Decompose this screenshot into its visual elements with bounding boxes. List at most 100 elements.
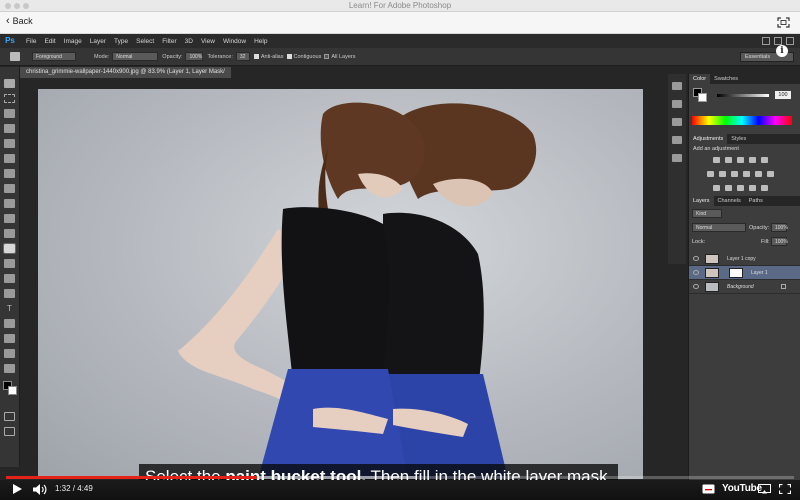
- tab-styles: Styles: [731, 136, 747, 142]
- layers-lock-label: Lock:: [692, 239, 706, 245]
- image-canvas: [38, 89, 643, 479]
- ps-close-icon: [786, 37, 794, 45]
- opacity-label: Opacity:: [162, 53, 183, 60]
- layer-row: Background: [689, 280, 800, 294]
- zoom-tool-icon: [4, 364, 15, 373]
- tab-color: Color: [689, 74, 711, 84]
- layers-blend-mode: Normal: [692, 223, 746, 232]
- quick-mask-icon: [4, 412, 15, 421]
- window-title: Learn! For Adobe Photoshop: [348, 1, 452, 10]
- menu-filter: Filter: [162, 37, 177, 45]
- photo-filter-adj-icon: [743, 171, 750, 177]
- video-player[interactable]: Ps File Edit Image Layer Type Select Fil…: [0, 34, 800, 500]
- blur-tool-icon: [4, 259, 15, 268]
- document-tab: christina_grimmie-wallpaper-1440x900.jpg…: [20, 67, 231, 78]
- ps-tools-panel: T: [0, 67, 20, 467]
- layer-thumbnail: [705, 268, 719, 278]
- chevron-left-icon: ‹: [6, 15, 10, 27]
- ps-menubar: Ps File Edit Image Layer Type Select Fil…: [0, 34, 800, 48]
- layer-thumbnail: [705, 254, 719, 264]
- layer-mask-thumbnail: [729, 268, 743, 278]
- fullscreen-icon[interactable]: [777, 17, 790, 28]
- tab-paths: Paths: [748, 198, 763, 204]
- cast-icon[interactable]: [758, 484, 771, 494]
- brush-panel-icon: [672, 136, 682, 144]
- tab-swatches: Swatches: [714, 76, 739, 82]
- eyedropper-tool-icon: [4, 154, 15, 163]
- fullscreen-player-icon[interactable]: [779, 484, 791, 494]
- ps-options-bar: Foreground Mode: Normal Opacity: 100% To…: [0, 48, 800, 66]
- curves-adj-icon: [737, 157, 744, 163]
- layer-name: Layer 1: [751, 270, 768, 276]
- tab-channels: Channels: [717, 198, 741, 204]
- ps-dock-icon-strip: [668, 74, 686, 264]
- subtitles-icon[interactable]: [702, 484, 715, 494]
- color-lookup-adj-icon: [767, 171, 774, 177]
- time-display: 1:32 / 4:49: [55, 484, 93, 493]
- tab-layers: Layers: [689, 196, 714, 206]
- menu-select: Select: [136, 37, 155, 45]
- lasso-tool-icon: [4, 109, 15, 118]
- hue-adj-icon: [707, 171, 714, 177]
- levels-adj-icon: [725, 157, 732, 163]
- anti-alias-checkbox: [253, 54, 259, 59]
- layer-name: Background: [727, 284, 754, 290]
- layers-kind-filter: Kind: [692, 209, 722, 218]
- photo-artwork: [178, 102, 537, 479]
- screen-mode-icon: [4, 427, 15, 436]
- selective-color-adj-icon: [761, 185, 768, 191]
- layer-row: Layer 1: [689, 266, 800, 280]
- exposure-adj-icon: [749, 157, 756, 163]
- youtube-logo[interactable]: YouTube: [722, 483, 762, 494]
- player-controls: [0, 480, 800, 500]
- anti-alias-label: Anti-alias: [260, 53, 284, 60]
- background-color-swatch: [8, 386, 17, 395]
- mode-select: Normal: [112, 52, 159, 61]
- eye-icon: [693, 284, 699, 289]
- layer-thumbnail: [705, 282, 719, 292]
- progress-played: [6, 476, 257, 479]
- contiguous-label: Contiguous: [293, 53, 322, 60]
- menu-edit: Edit: [44, 37, 56, 45]
- info-icon[interactable]: i: [776, 45, 788, 57]
- color-value-field: 100: [775, 91, 791, 99]
- hand-tool-icon: [4, 349, 15, 358]
- paint-bucket-icon: [10, 52, 20, 61]
- menu-image: Image: [63, 37, 82, 45]
- menu-view: View: [200, 37, 215, 45]
- layer-name: Layer 1 copy: [727, 256, 756, 262]
- volume-icon[interactable]: [33, 484, 47, 495]
- progress-bar[interactable]: [6, 476, 794, 479]
- tab-adjustments: Adjustments: [689, 134, 728, 144]
- color-slider: [717, 94, 769, 97]
- adjustments-hint: Add an adjustment: [693, 146, 739, 152]
- tolerance-field: 32: [235, 52, 250, 61]
- pen-tool-icon: [4, 289, 15, 298]
- adjustments-panel: Add an adjustment: [689, 144, 800, 196]
- layer-row: Layer 1 copy: [689, 252, 800, 266]
- adjustments-panel-tabs: Adjustments Styles: [689, 134, 800, 144]
- all-layers-label: All Layers: [331, 53, 356, 60]
- ps-right-panels: Color Swatches 100 Adjustments Styles Ad…: [688, 74, 800, 494]
- eye-icon: [693, 256, 699, 261]
- shape-tool-icon: [4, 334, 15, 343]
- layers-opacity-label: Opacity:: [749, 225, 770, 231]
- move-tool-icon: [4, 79, 15, 88]
- back-button-label: Back: [12, 16, 33, 26]
- menu-help: Help: [254, 37, 268, 45]
- layers-opacity-field: 100%: [771, 223, 788, 232]
- layers-fill-field: 100%: [771, 237, 788, 246]
- tolerance-label: Tolerance:: [207, 53, 233, 60]
- paint-bucket-tool-icon: [3, 243, 16, 254]
- menu-file: File: [26, 37, 37, 45]
- layers-panel-tabs: Layers Channels Paths: [689, 196, 800, 206]
- play-icon[interactable]: [13, 484, 22, 494]
- eye-icon: [693, 270, 699, 275]
- back-button[interactable]: ‹ Back: [6, 15, 33, 27]
- window-titlebar: Learn! For Adobe Photoshop: [0, 0, 800, 12]
- history-brush-tool-icon: [4, 214, 15, 223]
- menu-type: Type: [114, 37, 129, 45]
- color-panel-tabs: Color Swatches: [689, 74, 800, 84]
- mode-label: Mode:: [94, 53, 110, 60]
- history-panel-icon: [672, 82, 682, 90]
